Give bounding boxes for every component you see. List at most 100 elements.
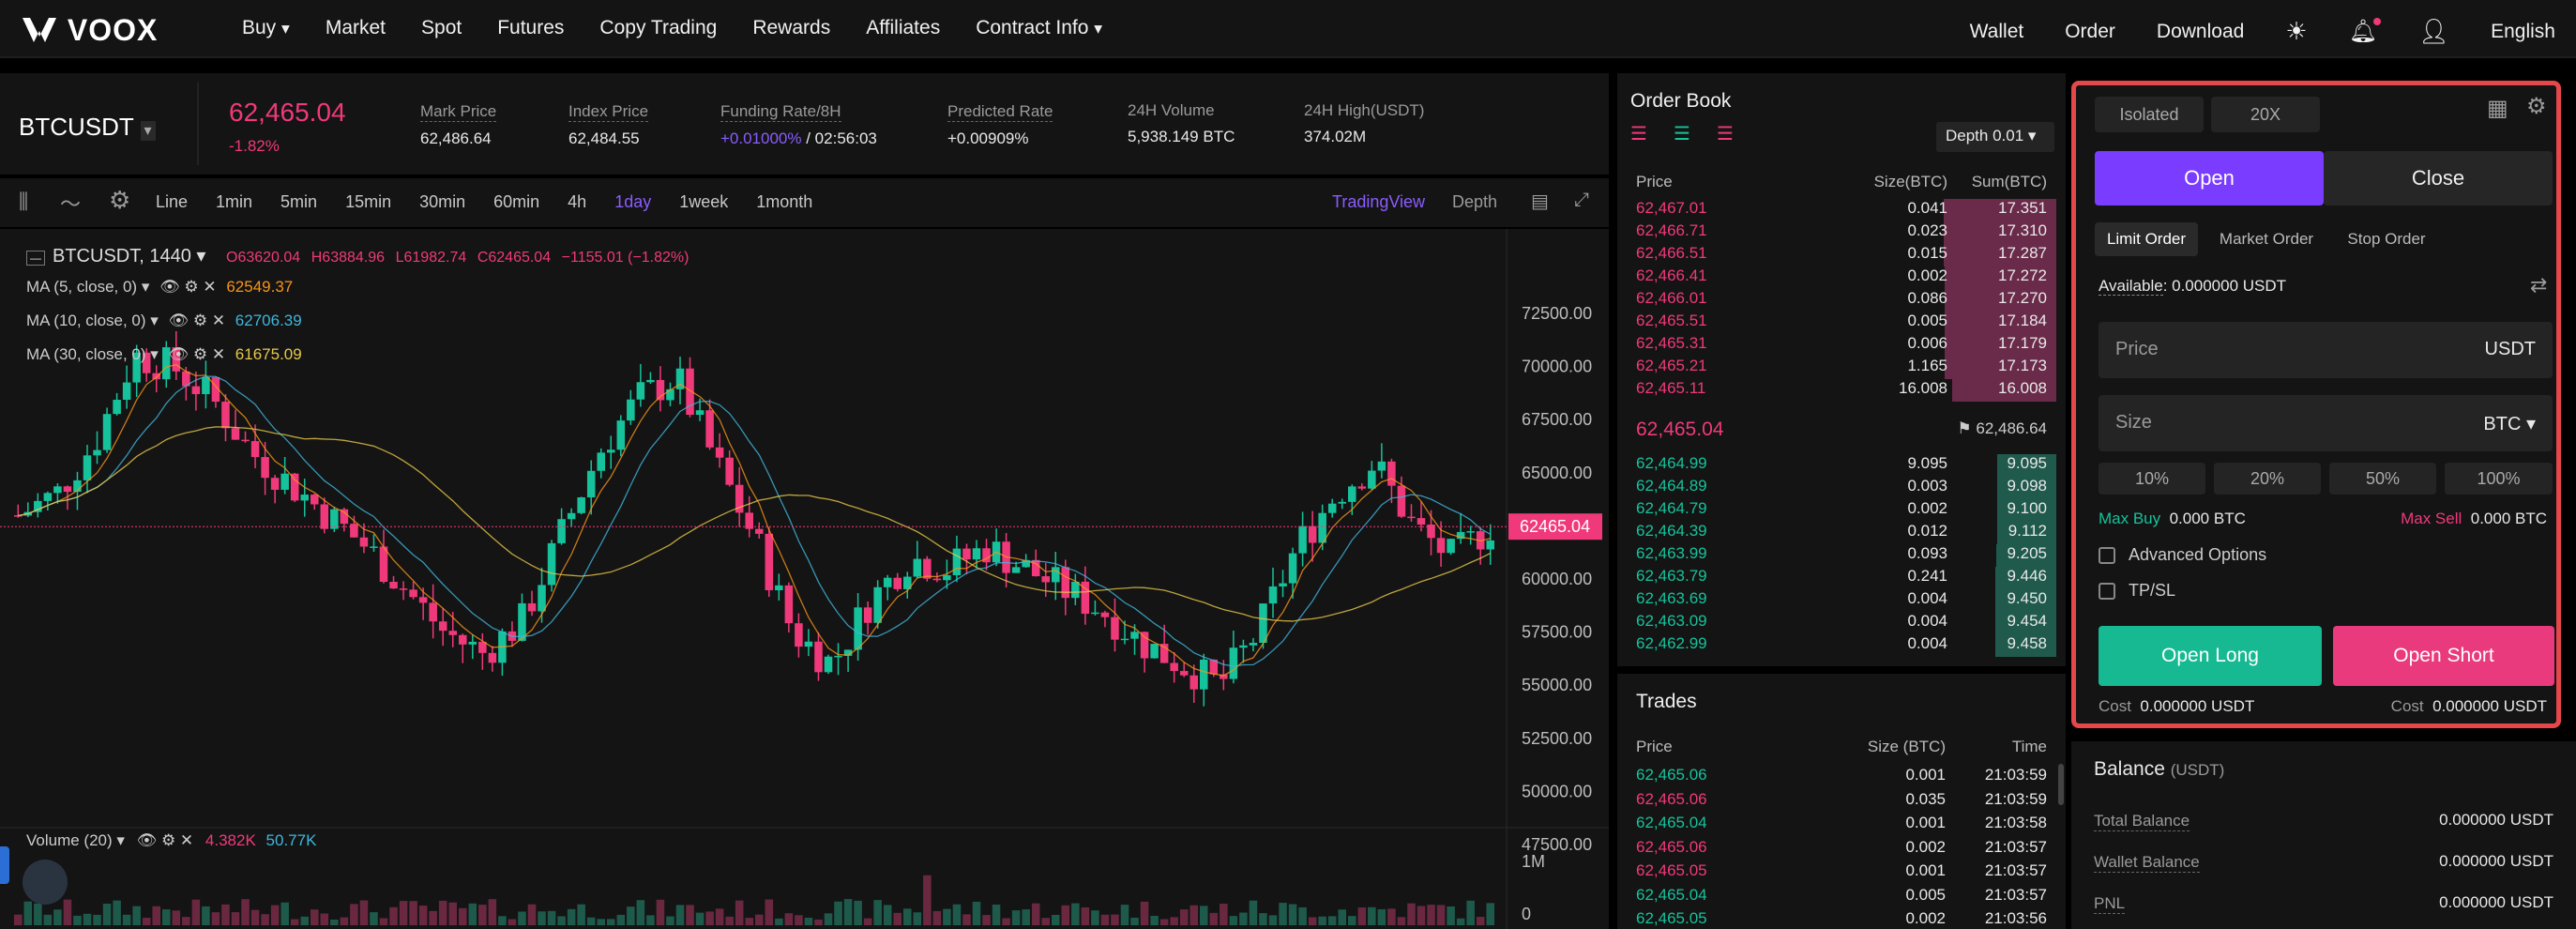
orderbook-row[interactable]: 62,465.21 1.165 17.173 [1629,357,2056,379]
candle-body [913,558,922,577]
candle-body [972,548,981,560]
depth-select[interactable]: Depth 0.01 ▾ [1936,122,2054,152]
book-both-view-icon[interactable]: ☰ [1630,122,1647,145]
volume-bar [656,899,665,925]
orderbook-row[interactable]: 62,466.71 0.023 17.310 [1629,221,2056,244]
orderbook-row[interactable]: 62,463.69 0.004 9.450 [1629,589,2056,612]
orderbook-row[interactable]: 62,462.99 0.004 9.458 [1629,634,2056,657]
book-asks-view-icon[interactable]: ☰ [1717,122,1734,145]
timeframe-15min[interactable]: 15min [345,192,391,212]
size-unit-select[interactable]: BTC ▾ [2483,412,2536,435]
transfer-icon[interactable]: ⇄ [2530,273,2547,297]
nav-rewards[interactable]: Rewards [752,17,830,39]
user-icon[interactable]: 👤︎ [2418,17,2449,46]
eye-icon[interactable]: 👁︎ [169,312,189,329]
trades-scrollbar[interactable] [2058,764,2064,805]
orderbook-row[interactable]: 62,464.39 0.012 9.112 [1629,522,2056,544]
orderbook-row[interactable]: 62,465.51 0.005 17.184 [1629,312,2056,334]
open-short-button[interactable]: Open Short [2333,626,2554,686]
theme-sun-icon[interactable]: ☀ [2285,17,2307,46]
close-tab[interactable]: Close [2324,151,2553,206]
volume-bar [873,900,882,925]
expand-panel-handle[interactable] [0,846,9,884]
price-input[interactable]: Price USDT [2099,322,2553,378]
timeframe-1month[interactable]: 1month [756,192,812,212]
nav-order[interactable]: Order [2065,21,2115,43]
nav-contract-info[interactable]: Contract Info ▾ [976,17,1102,39]
ma10-legend[interactable]: MA (10, close, 0) ▾ 👁︎ ⚙ ✕ 62706.39 [26,312,302,330]
candle-body [1268,586,1278,604]
limit-order-tab[interactable]: Limit Order [2095,222,2198,256]
fullscreen-icon[interactable]: ⤢ [1574,190,1589,211]
timeframe-60min[interactable]: 60min [493,192,539,212]
notification-bell-icon[interactable]: 🔔︎ [2349,18,2382,45]
ma30-legend[interactable]: MA (30, close, 0) ▾ 👁︎ ⚙ ✕ 61675.09 [26,345,302,364]
indicator-icon[interactable]: 〜 [60,188,81,218]
volume-bar [745,918,753,925]
eye-icon[interactable]: 👁︎ [159,278,180,296]
timeframe-line[interactable]: Line [156,192,188,212]
open-tab[interactable]: Open [2095,151,2324,206]
nav-spot[interactable]: Spot [421,17,462,39]
nav-copy-trading[interactable]: Copy Trading [599,17,717,39]
market-order-tab[interactable]: Market Order [2205,222,2327,256]
timeframe-30min[interactable]: 30min [419,192,465,212]
price-chart[interactable]: 72500.0070000.0067500.0065000.0062500.00… [0,229,1609,929]
nav-affiliates[interactable]: Affiliates [866,17,940,39]
size-50-percent[interactable]: 50% [2329,463,2436,495]
volume-bar [843,899,853,925]
candle-type-icon[interactable]: ⫼ [19,190,28,214]
timeframe-4h[interactable]: 4h [568,192,586,212]
calculator-icon[interactable]: ▦ [2487,95,2508,122]
eye-icon[interactable]: 👁︎ [169,345,189,363]
settings-gear-icon[interactable]: ⚙ [109,186,130,215]
orderbook-row[interactable]: 62,466.01 0.086 17.270 [1629,289,2056,312]
ma5-legend[interactable]: MA (5, close, 0) ▾ 👁︎ ⚙ ✕ 62549.37 [26,278,293,297]
voox-logo[interactable]: VOOX [21,13,158,48]
volume-bar [122,914,131,925]
nav-buy[interactable]: Buy ▾ [242,17,290,39]
nav-market[interactable]: Market [326,17,386,39]
orderbook-row[interactable]: 62,467.01 0.041 17.351 [1629,199,2056,221]
chart-symbol-interval[interactable]: BTCUSDT, 1440 [53,246,191,267]
size-input[interactable]: Size BTC ▾ [2099,395,2553,451]
orderbook-row[interactable]: 62,464.99 9.095 9.095 [1629,454,2056,477]
margin-mode-button[interactable]: Isolated [2095,97,2204,132]
timeframe-1week[interactable]: 1week [679,192,728,212]
orderbook-row[interactable]: 62,466.51 0.015 17.287 [1629,244,2056,267]
leverage-button[interactable]: 20X [2211,97,2320,132]
candlestick-chart[interactable]: 72500.0070000.0067500.0065000.0062500.00… [0,229,1609,929]
symbol-selector[interactable]: BTCUSDT ▾ [19,113,156,142]
tradingview-toggle[interactable]: TradingView [1332,192,1425,212]
volume-legend[interactable]: Volume (20) ▾ 👁︎ ⚙ ✕ 4.382K 50.77K [26,831,316,850]
language-selector[interactable]: English [2491,21,2555,43]
nav-wallet[interactable]: Wallet [1970,21,2024,43]
depth-toggle[interactable]: Depth [1452,192,1497,212]
orderbook-row[interactable]: 62,463.79 0.241 9.446 [1629,567,2056,589]
advanced-options-checkbox[interactable] [2099,547,2115,564]
timeframe-1min[interactable]: 1min [216,192,252,212]
timeframe-5min[interactable]: 5min [280,192,317,212]
size-100-percent[interactable]: 100% [2445,463,2553,495]
stop-order-tab[interactable]: Stop Order [2335,222,2438,256]
size-20-percent[interactable]: 20% [2214,463,2321,495]
book-bids-view-icon[interactable]: ☰ [1674,122,1690,145]
orderbook-row[interactable]: 62,463.09 0.004 9.454 [1629,612,2056,634]
open-long-button[interactable]: Open Long [2099,626,2322,686]
orderbook-row[interactable]: 62,466.41 0.002 17.272 [1629,267,2056,289]
settings-gear-icon[interactable]: ⚙ [2526,93,2547,120]
orderbook-row[interactable]: 62,464.89 0.003 9.098 [1629,477,2056,499]
orderbook-row[interactable]: 62,463.99 0.093 9.205 [1629,544,2056,567]
y-tick-label: 60000.00 [1522,570,1592,588]
tradingview-logo-icon[interactable] [23,860,68,905]
tpsl-checkbox[interactable] [2099,583,2115,600]
chart-collapse-icon[interactable]: — [26,251,45,266]
orderbook-row[interactable]: 62,464.79 0.002 9.100 [1629,499,2056,522]
calculator-icon[interactable]: ▤ [1531,190,1549,213]
orderbook-row[interactable]: 62,465.11 16.008 16.008 [1629,379,2056,402]
nav-download[interactable]: Download [2157,21,2244,43]
size-10-percent[interactable]: 10% [2099,463,2205,495]
orderbook-row[interactable]: 62,465.31 0.006 17.179 [1629,334,2056,357]
nav-futures[interactable]: Futures [497,17,564,39]
timeframe-1day[interactable]: 1day [614,192,651,212]
